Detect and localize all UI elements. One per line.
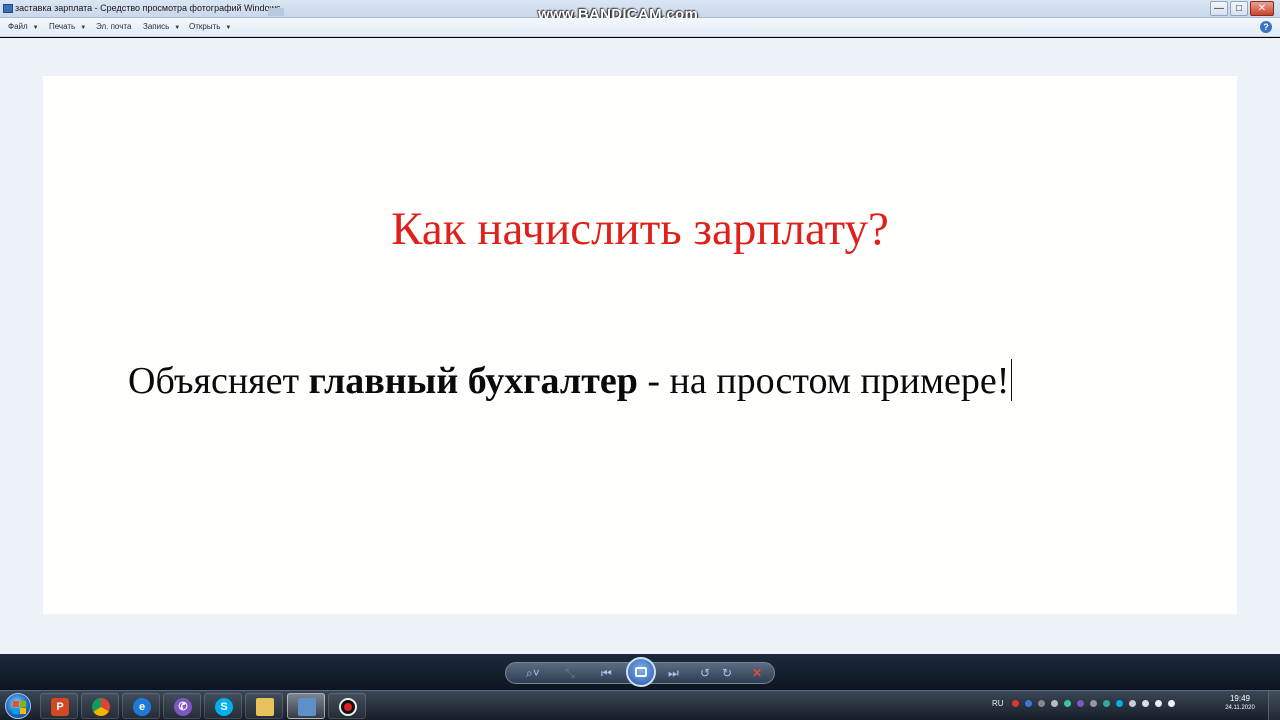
tray-icon[interactable] xyxy=(1038,700,1045,707)
clock[interactable]: 19:49 24.11.2020 xyxy=(1222,694,1258,711)
taskbar-internet-explorer[interactable]: e xyxy=(122,693,160,719)
fit-icon[interactable]: ⤡ xyxy=(565,666,575,681)
network-tray-icon[interactable] xyxy=(1025,700,1032,707)
menu-burn-label: Запись xyxy=(143,22,170,31)
powerpoint-icon: P xyxy=(51,698,69,716)
record-tray-icon[interactable] xyxy=(1012,700,1019,707)
maximize-button[interactable]: □ xyxy=(1230,1,1248,16)
menu-open-label: Открыть xyxy=(189,22,221,31)
windows-logo-part xyxy=(20,701,26,707)
menu-file[interactable]: Файл ▼ xyxy=(8,22,39,31)
close-button[interactable]: ✕ xyxy=(1250,1,1274,16)
windows-logo-part xyxy=(20,708,26,714)
clock-time: 19:49 xyxy=(1229,694,1251,703)
photo-viewer-icon xyxy=(298,698,316,716)
taskbar-photo-viewer[interactable] xyxy=(287,693,325,719)
menu-email-label: Эл. почта xyxy=(96,22,132,31)
slide-subtitle: Объясняет главный бухгалтер - на простом… xyxy=(128,359,1013,403)
chevron-down-icon: ▼ xyxy=(80,25,87,31)
explorer-icon xyxy=(256,698,274,716)
slideshow-button[interactable] xyxy=(626,657,656,687)
chevron-down-icon: ▼ xyxy=(225,25,232,31)
photo-viewer-app-icon xyxy=(3,4,13,13)
internet-explorer-icon: e xyxy=(133,698,151,716)
delete-icon[interactable]: ✕ xyxy=(752,666,762,680)
title-bar-tab xyxy=(268,8,284,16)
viber-icon: ✆ xyxy=(174,698,192,716)
menu-file-label: Файл xyxy=(8,22,28,31)
rotate-right-icon[interactable]: ↻ xyxy=(722,666,732,680)
action-center-icon[interactable] xyxy=(1129,700,1136,707)
taskbar-powerpoint[interactable]: P xyxy=(40,693,78,719)
volume-icon[interactable] xyxy=(1155,700,1162,707)
network-icon[interactable] xyxy=(1142,700,1149,707)
menu-open[interactable]: Открыть ▼ xyxy=(189,22,231,31)
clock-date: 24.11.2020 xyxy=(1225,705,1255,711)
menu-burn[interactable]: Запись ▼ xyxy=(143,22,180,31)
chevron-down-icon: ▼ xyxy=(32,25,39,31)
user-tray-icon[interactable] xyxy=(1051,700,1058,707)
title-bar: заставка зарплата - Средство просмотра ф… xyxy=(0,0,1280,23)
slideshow-icon xyxy=(635,667,647,677)
record-dot-icon xyxy=(344,703,352,711)
rotate-left-icon[interactable]: ↺ xyxy=(700,666,710,680)
taskbar-bandicam[interactable] xyxy=(328,693,366,719)
next-icon[interactable]: ⏭ xyxy=(668,666,679,681)
slide-title: Как начислить зарплату? xyxy=(391,203,889,255)
menu-bar: Файл ▼ Печать ▼ Эл. почта Запись ▼ Открыть ▼… xyxy=(0,18,1280,37)
taskbar-explorer[interactable] xyxy=(245,693,283,719)
text-cursor xyxy=(1011,359,1013,401)
show-desktop-button[interactable] xyxy=(1268,691,1280,720)
taskbar-chrome[interactable] xyxy=(81,693,119,719)
previous-icon[interactable]: ⏮ xyxy=(601,666,612,681)
skype-tray-icon[interactable] xyxy=(1116,700,1123,707)
language-indicator[interactable]: RU xyxy=(992,699,1004,708)
taskbar-skype[interactable]: S xyxy=(204,693,242,719)
help-icon[interactable]: ? xyxy=(1260,21,1272,33)
windows-logo-icon xyxy=(13,701,19,707)
window-controls: — □ ✕ xyxy=(1210,1,1274,16)
menu-print-label: Печать xyxy=(49,22,76,31)
system-tray xyxy=(1012,700,1175,707)
start-button[interactable] xyxy=(5,693,31,719)
menu-print[interactable]: Печать ▼ xyxy=(49,22,86,31)
chrome-icon xyxy=(92,698,110,716)
tray-icon[interactable] xyxy=(1103,700,1110,707)
tray-icon[interactable] xyxy=(1090,700,1097,707)
flag-icon[interactable] xyxy=(1168,700,1175,707)
bandicam-icon xyxy=(339,698,357,716)
subtitle-end: - на простом примере! xyxy=(637,360,1010,402)
displayed-image: Как начислить зарплату? Объясняет главны… xyxy=(43,76,1237,614)
taskbar: P e ✆ S RU 19:49 24.11.2020 xyxy=(0,690,1280,720)
viewer-control-bar: ⌕˅ ⤡ ⏮ ⏭ ↺ ↻ ✕ xyxy=(0,654,1280,690)
menu-email[interactable]: Эл. почта xyxy=(96,22,131,31)
chevron-down-icon: ▼ xyxy=(174,25,181,31)
taskbar-viber[interactable]: ✆ xyxy=(163,693,201,719)
zoom-icon[interactable]: ⌕˅ xyxy=(526,666,540,681)
image-viewer-area: Как начислить зарплату? Объясняет главны… xyxy=(0,38,1280,654)
shield-tray-icon[interactable] xyxy=(1064,700,1071,707)
viber-tray-icon[interactable] xyxy=(1077,700,1084,707)
windows-logo-part xyxy=(13,708,19,714)
minimize-button[interactable]: — xyxy=(1210,1,1228,16)
skype-icon: S xyxy=(215,698,233,716)
subtitle-bold: главный бухгалтер xyxy=(308,360,638,402)
window-title: заставка зарплата - Средство просмотра ф… xyxy=(15,3,281,13)
subtitle-start: Объясняет xyxy=(128,360,309,402)
